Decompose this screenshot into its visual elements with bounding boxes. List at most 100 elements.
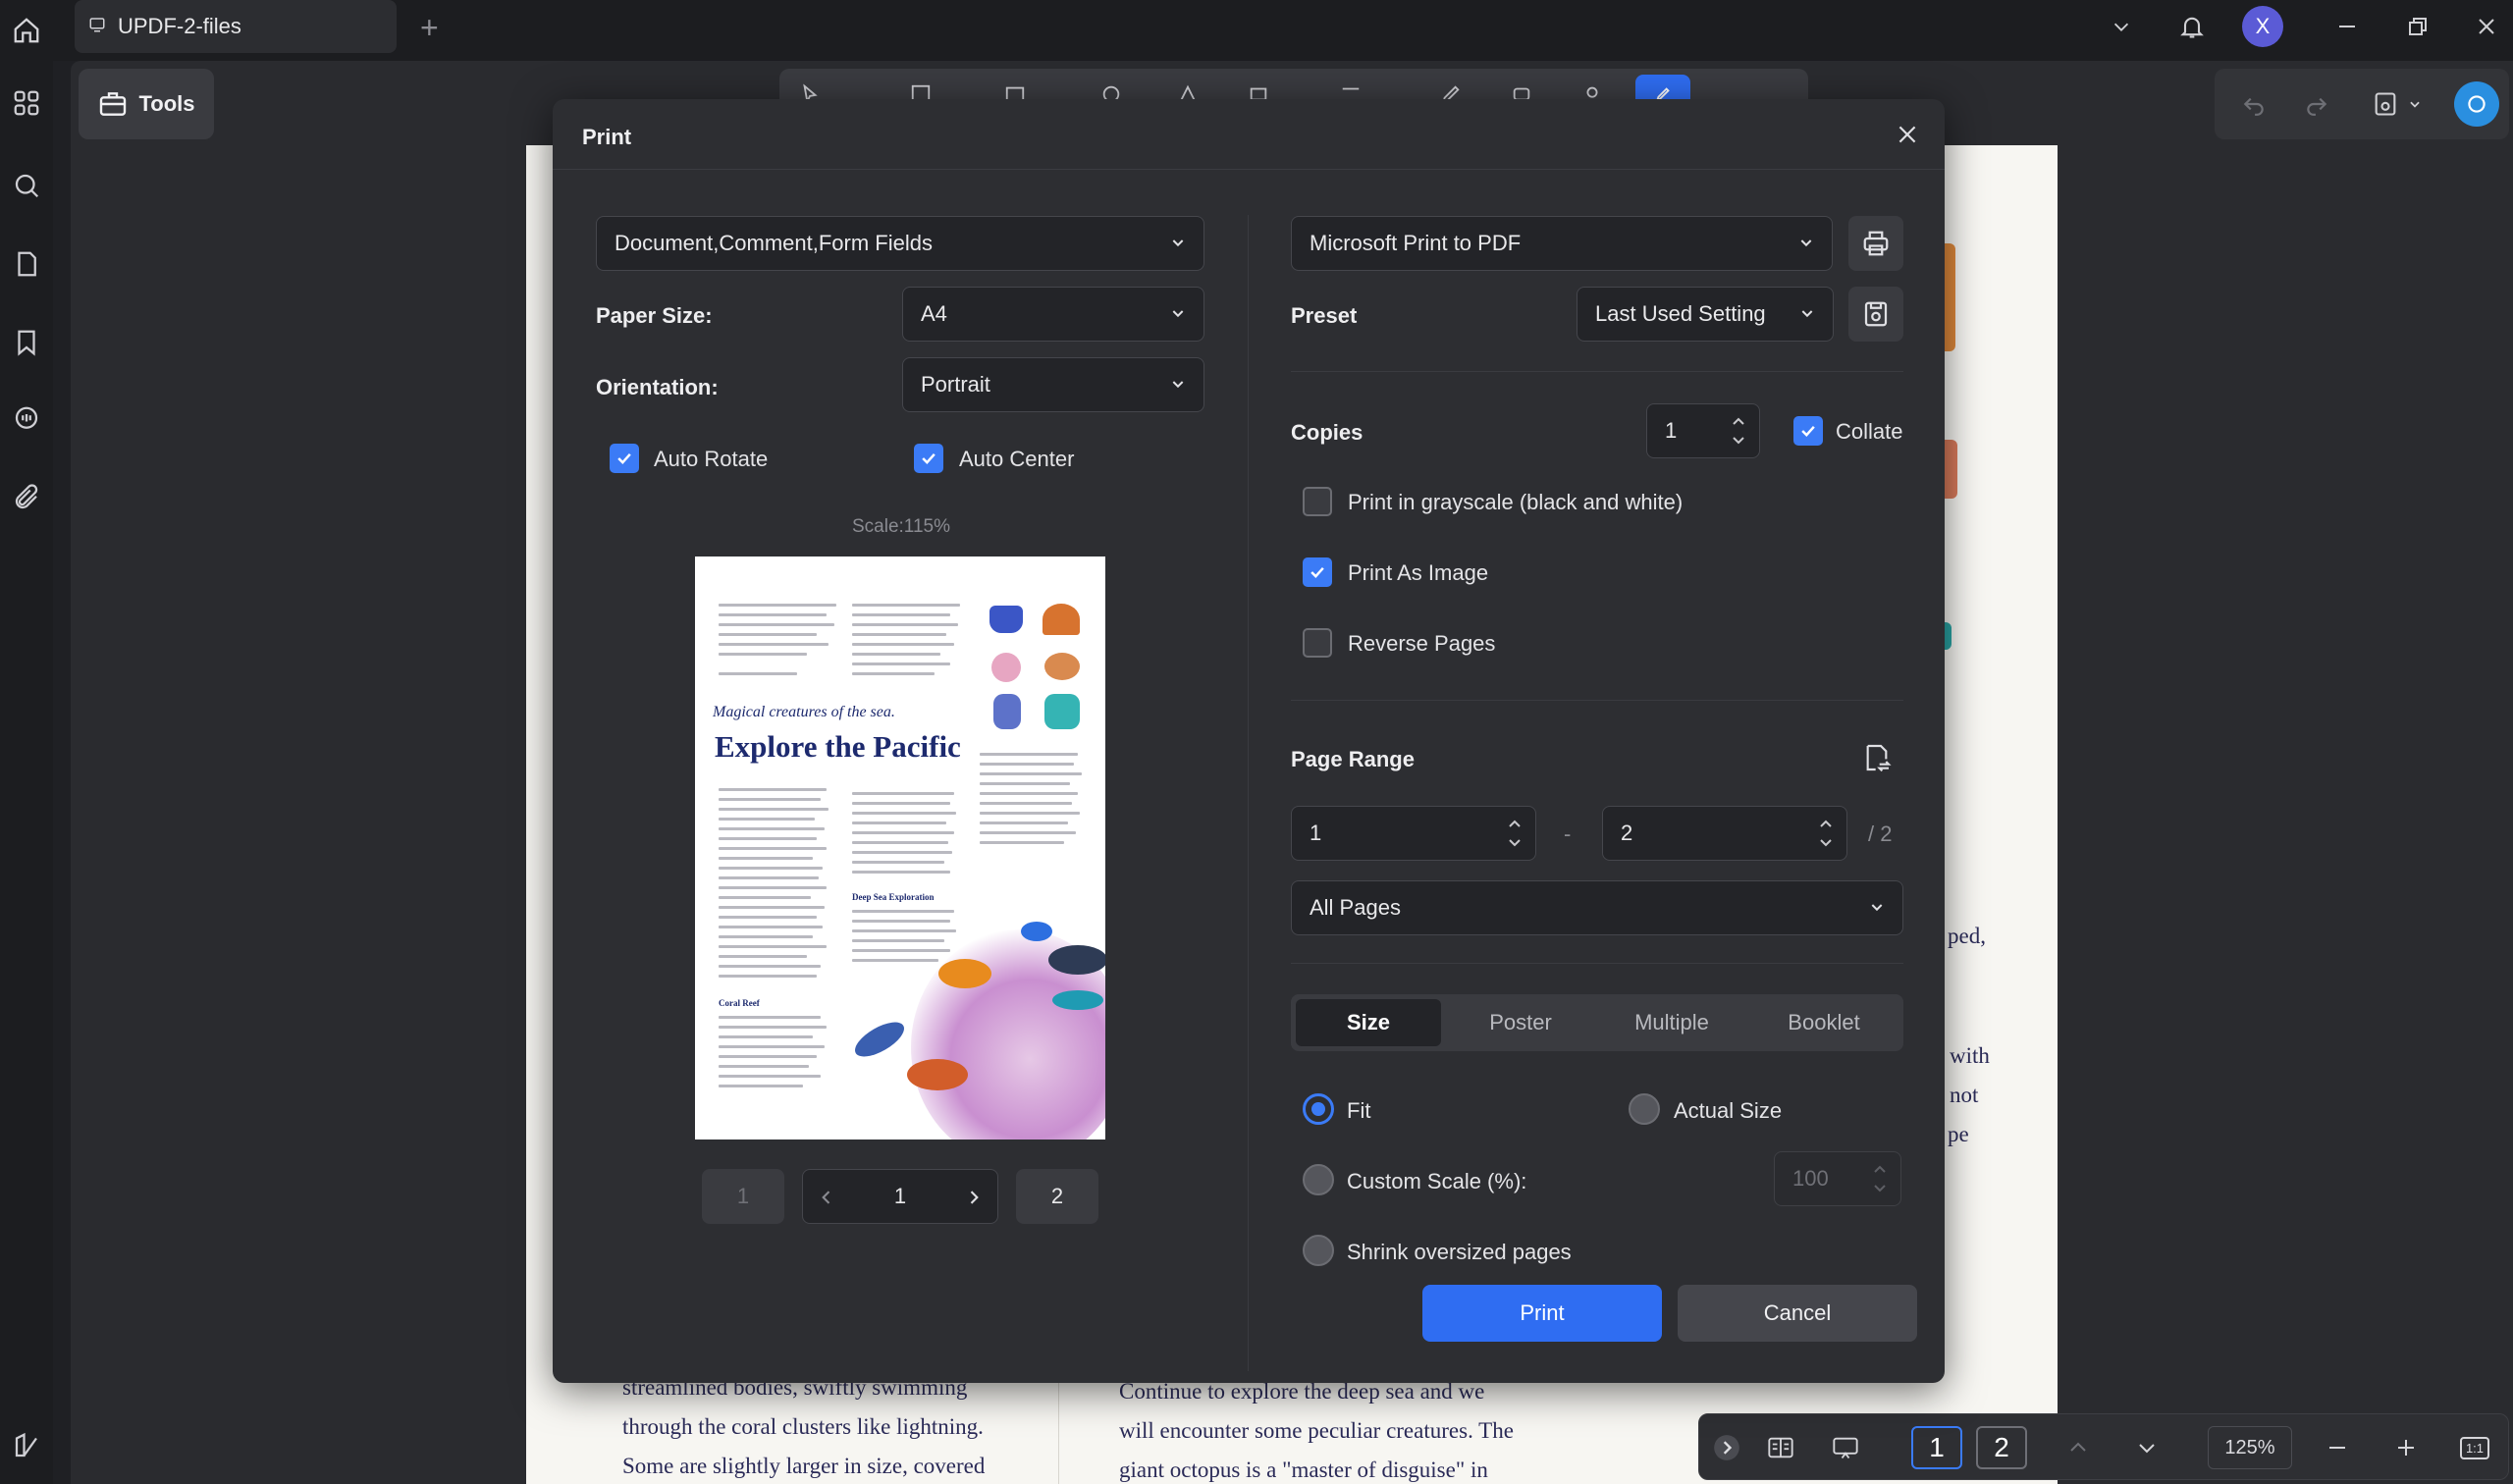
range-from-stepper[interactable]: 1 <box>1291 806 1536 861</box>
tab-poster[interactable]: Poster <box>1448 999 1593 1046</box>
ai-assistant-icon[interactable] <box>2454 81 2499 127</box>
preview-text-line <box>852 822 946 824</box>
print-button[interactable]: Print <box>1422 1285 1662 1342</box>
preview-text-line <box>980 763 1074 766</box>
collate-checkbox[interactable] <box>1793 416 1823 446</box>
page-text-fragment: pe <box>1948 1122 1969 1146</box>
shrink-oversized-radio[interactable] <box>1303 1235 1334 1266</box>
first-page-button[interactable]: 1 <box>702 1169 784 1224</box>
undo-icon[interactable] <box>2234 84 2273 124</box>
add-tab-icon[interactable]: + <box>420 10 439 46</box>
previous-page-icon[interactable] <box>2059 1426 2098 1469</box>
close-window-icon[interactable] <box>2462 0 2511 53</box>
preset-select[interactable]: Last Used Setting <box>1577 287 1834 342</box>
layers-icon[interactable] <box>6 1425 47 1466</box>
preview-text-line <box>852 861 944 864</box>
custom-scale-input[interactable]: 100 <box>1774 1151 1901 1206</box>
custom-scale-radio[interactable] <box>1303 1164 1334 1195</box>
reverse-pages-checkbox[interactable] <box>1303 628 1332 658</box>
stepper-arrows-icon[interactable] <box>1732 414 1745 448</box>
actual-size-radio[interactable] <box>1629 1093 1660 1125</box>
avatar[interactable]: X <box>2238 0 2287 53</box>
paper-size-select[interactable]: A4 <box>902 287 1204 342</box>
range-to-stepper[interactable]: 2 <box>1602 806 1847 861</box>
last-page-button[interactable]: 2 <box>1016 1169 1098 1224</box>
close-icon[interactable] <box>1892 119 1923 150</box>
page-input[interactable]: 1 <box>802 1169 998 1224</box>
orientation-label: Orientation: <box>596 375 719 399</box>
page-button-2[interactable]: 2 <box>1976 1426 2027 1469</box>
preview-text-line <box>719 1085 803 1087</box>
coral-illustration <box>1043 604 1080 635</box>
copies-stepper[interactable]: 1 <box>1646 403 1760 458</box>
tools-button[interactable]: Tools <box>79 69 214 139</box>
auto-rotate-checkbox[interactable] <box>610 444 639 473</box>
page-text-line: through the coral clusters like lightnin… <box>622 1414 984 1439</box>
redo-icon[interactable] <box>2297 84 2336 124</box>
zoom-out-icon[interactable] <box>2318 1426 2357 1469</box>
tab-booklet[interactable]: Booklet <box>1750 999 1898 1046</box>
printer-select[interactable]: Microsoft Print to PDF <box>1291 216 1833 271</box>
restore-icon[interactable] <box>2393 0 2442 53</box>
preview-text-line <box>852 792 954 795</box>
preview-text-line <box>852 959 938 962</box>
comments-icon[interactable] <box>6 398 47 440</box>
stepper-arrows-icon[interactable] <box>1508 817 1522 850</box>
preview-text-line <box>852 643 954 646</box>
presentation-icon[interactable] <box>1823 1426 1868 1469</box>
printer-icon <box>1863 231 1889 256</box>
document-tab-label: UPDF-2-files <box>118 14 241 38</box>
document-tab[interactable]: UPDF-2-files <box>75 0 397 53</box>
save-chevron-icon[interactable] <box>2405 84 2425 124</box>
save-icon[interactable] <box>2366 84 2405 124</box>
preview-text-line <box>719 935 813 938</box>
zoom-in-icon[interactable] <box>2386 1426 2426 1469</box>
search-icon[interactable] <box>6 165 47 206</box>
document-tab-icon <box>88 16 106 38</box>
zoom-level[interactable]: 125% <box>2208 1426 2292 1469</box>
actual-size-button[interactable]: 1:1 <box>2455 1426 2494 1469</box>
tab-size[interactable]: Size <box>1296 999 1441 1046</box>
pages-select[interactable]: All Pages <box>1291 880 1903 935</box>
preview-text-line <box>980 841 1064 844</box>
pages-icon[interactable] <box>6 243 47 285</box>
page-view-icon[interactable] <box>1758 1426 1803 1469</box>
save-preset-button[interactable] <box>1848 287 1903 342</box>
chevron-down-icon <box>1172 239 1184 247</box>
check-icon <box>1801 425 1815 437</box>
preview-text-line <box>852 871 950 874</box>
fit-radio[interactable] <box>1303 1093 1334 1125</box>
home-icon[interactable] <box>0 0 53 61</box>
page-right-column: Continue to explore the deep sea and we … <box>1119 1372 1514 1484</box>
tab-multiple[interactable]: Multiple <box>1599 999 1744 1046</box>
content-select[interactable]: Document,Comment,Form Fields <box>596 216 1204 271</box>
tools-label: Tools <box>138 91 195 116</box>
collate-label: Collate <box>1836 419 1903 444</box>
collapse-chevron-icon[interactable] <box>1711 1426 1742 1469</box>
grayscale-checkbox[interactable] <box>1303 487 1332 516</box>
cancel-button[interactable]: Cancel <box>1678 1285 1917 1342</box>
page-range-swap-icon[interactable] <box>1858 739 1896 776</box>
orientation-select[interactable]: Portrait <box>902 357 1204 412</box>
apps-grid-icon[interactable] <box>6 82 47 124</box>
auto-center-checkbox[interactable] <box>914 444 943 473</box>
preview-text-line <box>980 792 1078 795</box>
stepper-arrows-icon[interactable] <box>1873 1162 1887 1195</box>
stepper-arrows-icon[interactable] <box>1819 817 1833 850</box>
coral-illustration <box>993 694 1021 729</box>
preview-text-line <box>980 802 1072 805</box>
printer-properties-button[interactable] <box>1848 216 1903 271</box>
page-button-1[interactable]: 1 <box>1911 1426 1962 1469</box>
attachment-icon[interactable] <box>6 477 47 518</box>
preview-text-line <box>719 604 836 607</box>
current-page-value: 1 <box>893 1184 907 1208</box>
chevron-left-icon[interactable] <box>817 1188 836 1207</box>
bookmark-icon[interactable] <box>6 322 47 363</box>
print-as-image-checkbox[interactable] <box>1303 557 1332 587</box>
next-page-icon[interactable] <box>2127 1426 2166 1469</box>
minimize-icon[interactable] <box>2323 0 2372 53</box>
bell-icon[interactable] <box>2167 0 2217 53</box>
chevron-right-icon[interactable] <box>964 1188 984 1207</box>
chevron-down-icon[interactable] <box>2097 0 2146 53</box>
avatar-letter: X <box>2242 6 2283 47</box>
